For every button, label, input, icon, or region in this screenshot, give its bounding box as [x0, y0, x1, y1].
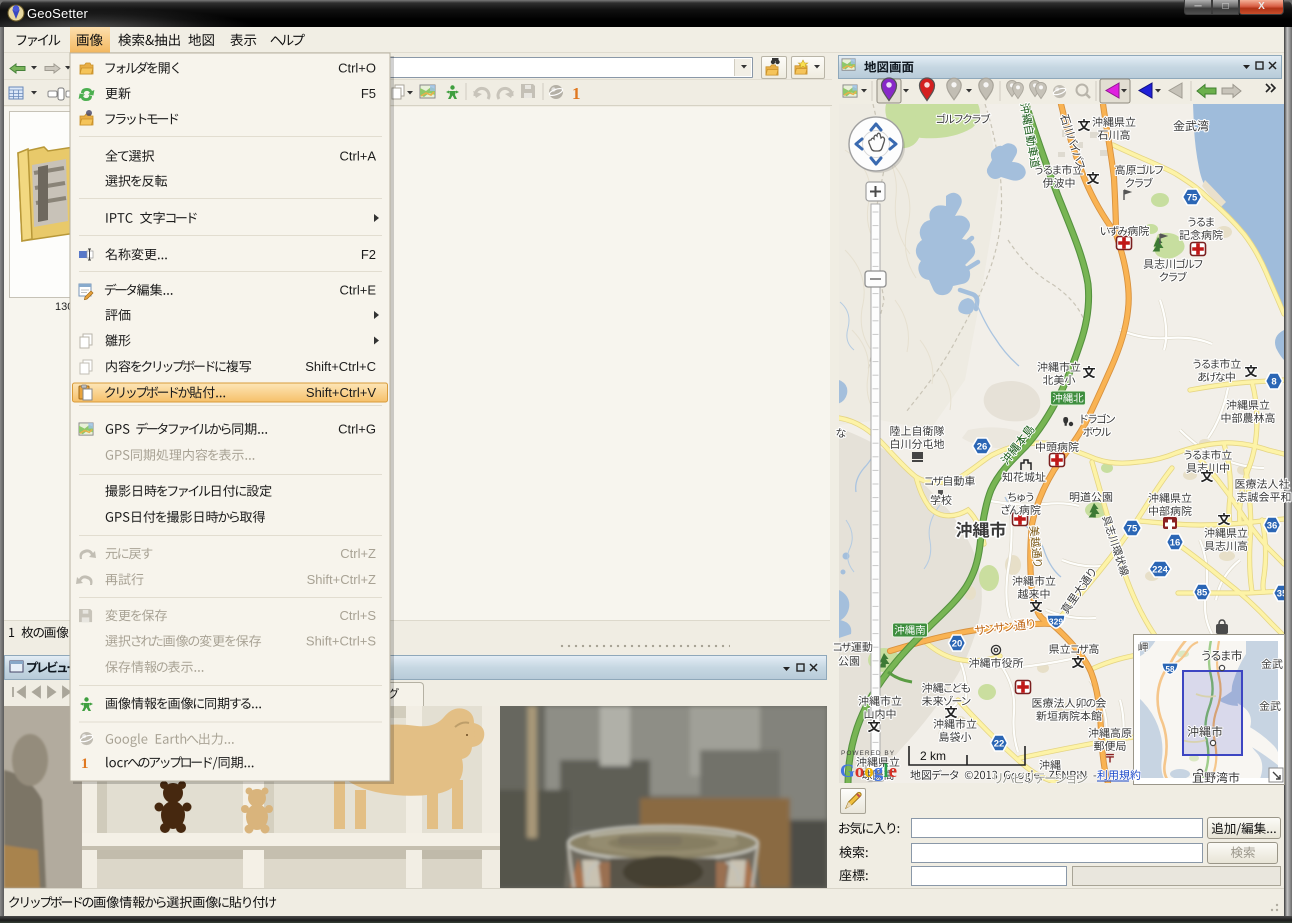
svg-text:2 km: 2 km — [920, 749, 946, 763]
svg-text:329: 329 — [1049, 617, 1063, 627]
svg-text:8: 8 — [1271, 376, 1276, 387]
svg-text:224: 224 — [1152, 564, 1169, 575]
svg-text:16: 16 — [1170, 537, 1181, 548]
svg-text:20: 20 — [952, 638, 963, 649]
svg-text:Ctrl+Z: Ctrl+Z — [340, 546, 376, 561]
svg-text:Shift+Ctrl+V: Shift+Ctrl+V — [306, 385, 376, 400]
svg-text:〒: 〒 — [1105, 752, 1116, 765]
svg-text:Google: Google — [840, 761, 897, 782]
svg-text:85: 85 — [1197, 587, 1208, 598]
svg-text:Ctrl+S: Ctrl+S — [340, 608, 377, 623]
svg-text:Shift+Ctrl+C: Shift+Ctrl+C — [305, 359, 376, 374]
svg-text:1: 1 — [572, 84, 581, 103]
svg-text:Ctrl+O: Ctrl+O — [338, 61, 376, 76]
svg-text:36: 36 — [1267, 520, 1278, 531]
svg-text:F5: F5 — [361, 86, 376, 101]
svg-text:75: 75 — [1187, 192, 1198, 203]
svg-text:22: 22 — [994, 738, 1005, 749]
svg-text:Shift+Ctrl+Z: Shift+Ctrl+Z — [307, 572, 376, 587]
svg-text:35: 35 — [1277, 588, 1288, 599]
svg-text:Ctrl+E: Ctrl+E — [340, 283, 377, 298]
svg-text:1: 1 — [81, 756, 89, 772]
svg-text:75: 75 — [1127, 523, 1138, 534]
svg-text:26: 26 — [977, 441, 988, 452]
svg-text:Ctrl+A: Ctrl+A — [340, 149, 377, 164]
svg-text:Shift+Ctrl+S: Shift+Ctrl+S — [306, 634, 376, 649]
svg-text:Ctrl+G: Ctrl+G — [338, 422, 376, 437]
svg-text:F2: F2 — [361, 247, 376, 262]
svg-text:58: 58 — [1166, 665, 1175, 674]
svg-text:POWERED BY: POWERED BY — [841, 750, 895, 757]
